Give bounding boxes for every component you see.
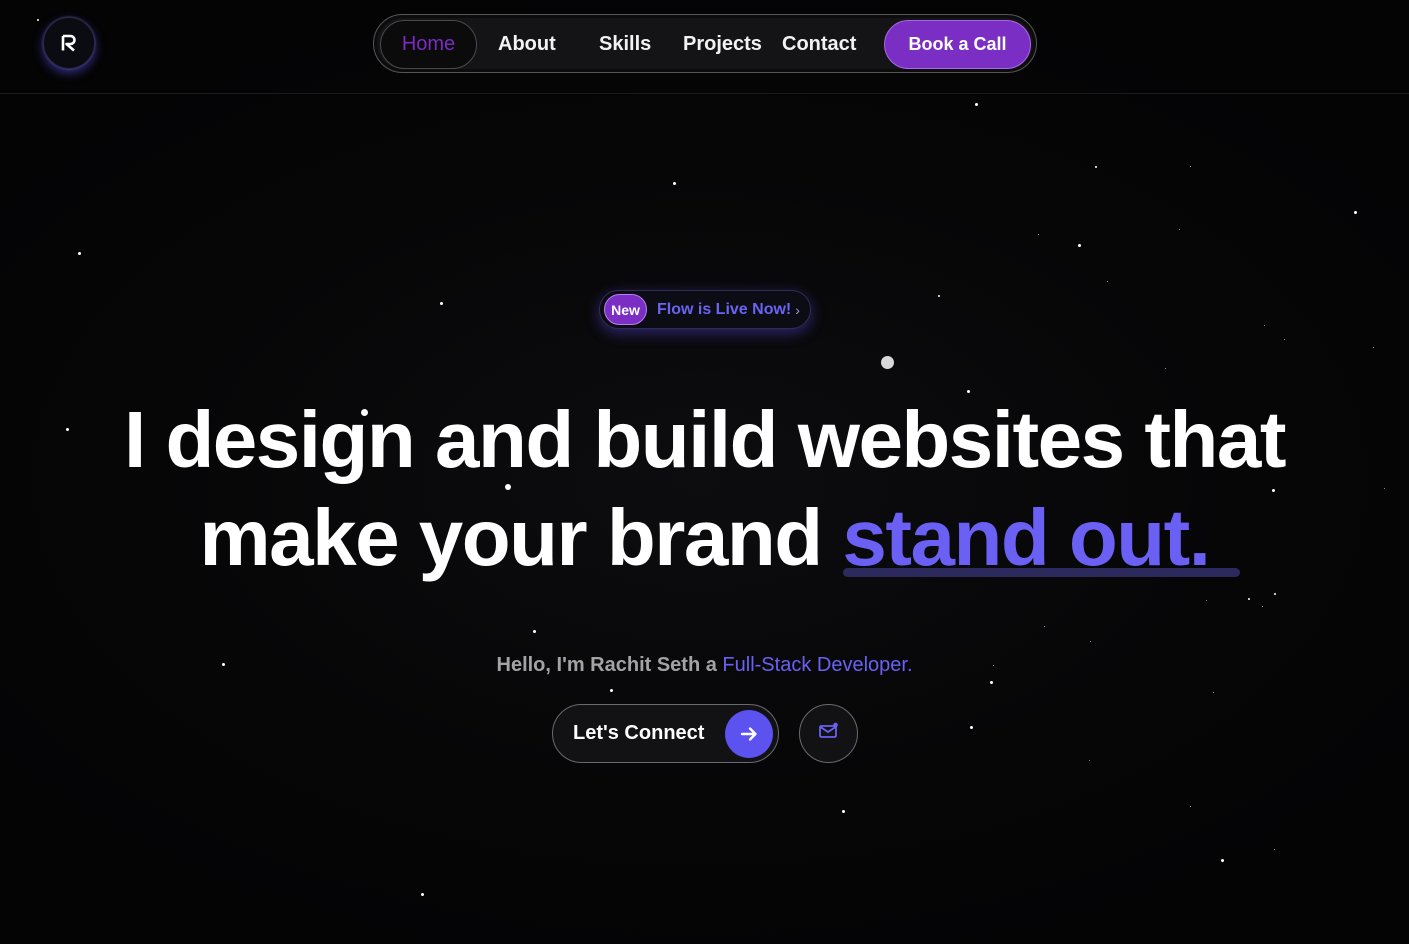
chevron-right-icon: › bbox=[795, 301, 800, 318]
nav-item-contact[interactable]: Contact bbox=[782, 15, 856, 74]
star-dot bbox=[1088, 759, 1090, 761]
arrow-right-icon bbox=[725, 710, 773, 758]
nav-item-skills[interactable]: Skills bbox=[599, 15, 651, 74]
star-dot bbox=[77, 251, 81, 255]
nav-item-about[interactable]: About bbox=[498, 15, 556, 74]
logo[interactable] bbox=[43, 17, 95, 69]
announcement-badge[interactable]: New Flow is Live Now! › bbox=[599, 290, 811, 329]
star-dot bbox=[1189, 165, 1191, 167]
hero-headline-line2: make your brand stand out. bbox=[0, 488, 1409, 588]
star-dot bbox=[439, 301, 443, 305]
nav-item-projects[interactable]: Projects bbox=[683, 15, 762, 74]
star-dot bbox=[1095, 166, 1097, 168]
main-nav: Home About Skills Projects Contact Book … bbox=[373, 14, 1037, 73]
star-dot bbox=[1283, 338, 1285, 340]
star-dot bbox=[1089, 640, 1091, 642]
book-a-call-button[interactable]: Book a Call bbox=[884, 20, 1031, 69]
star-dot bbox=[1212, 691, 1214, 693]
hero-subtitle: Hello, I'm Rachit Seth a Full-Stack Deve… bbox=[0, 654, 1409, 677]
announcement-text: Flow is Live Now! bbox=[657, 300, 792, 318]
logo-r-icon bbox=[61, 34, 76, 52]
page: Home About Skills Projects Contact Book … bbox=[0, 0, 1409, 944]
star-dot bbox=[420, 892, 424, 896]
star-dot bbox=[989, 680, 993, 684]
lets-connect-button[interactable]: Let's Connect bbox=[552, 704, 779, 763]
star-dot bbox=[609, 688, 613, 692]
star-dot bbox=[1205, 599, 1207, 601]
star-dot bbox=[1274, 593, 1276, 595]
subtitle-intro: Hello, I'm Rachit Seth a bbox=[496, 654, 723, 676]
star-dot bbox=[1189, 805, 1191, 807]
star-dot bbox=[1248, 598, 1250, 600]
star-dot bbox=[880, 355, 894, 369]
star-dot bbox=[1164, 367, 1166, 369]
star-dot bbox=[1372, 346, 1374, 348]
star-dot bbox=[1106, 280, 1108, 282]
star-dot bbox=[969, 725, 973, 729]
mail-icon bbox=[818, 721, 840, 746]
star-dot bbox=[974, 102, 978, 106]
star-dot bbox=[532, 629, 536, 633]
hero-headline-line1: I design and build websites that bbox=[123, 395, 1287, 484]
star-dot bbox=[1220, 858, 1224, 862]
new-tag: New bbox=[604, 294, 647, 325]
hero-headline-accent: stand out. bbox=[842, 493, 1211, 582]
star-dot bbox=[938, 295, 940, 297]
star-dot bbox=[1043, 625, 1045, 627]
star-dot bbox=[1263, 324, 1265, 326]
star-dot bbox=[1273, 848, 1275, 850]
subtitle-role: Full-Stack Developer. bbox=[722, 654, 913, 676]
lets-connect-label: Let's Connect bbox=[573, 722, 705, 744]
star-dot bbox=[1077, 243, 1081, 247]
mail-button[interactable] bbox=[799, 704, 858, 763]
site-header: Home About Skills Projects Contact Book … bbox=[0, 0, 1409, 94]
star-dot bbox=[841, 809, 845, 813]
star-dot bbox=[1178, 228, 1180, 230]
hero-headline-prefix: make your brand bbox=[199, 493, 843, 582]
star-dot bbox=[1353, 210, 1357, 214]
star-dot bbox=[672, 181, 676, 185]
star-dot bbox=[1261, 605, 1263, 607]
star-dot bbox=[1037, 233, 1039, 235]
nav-item-home[interactable]: Home bbox=[380, 20, 477, 69]
